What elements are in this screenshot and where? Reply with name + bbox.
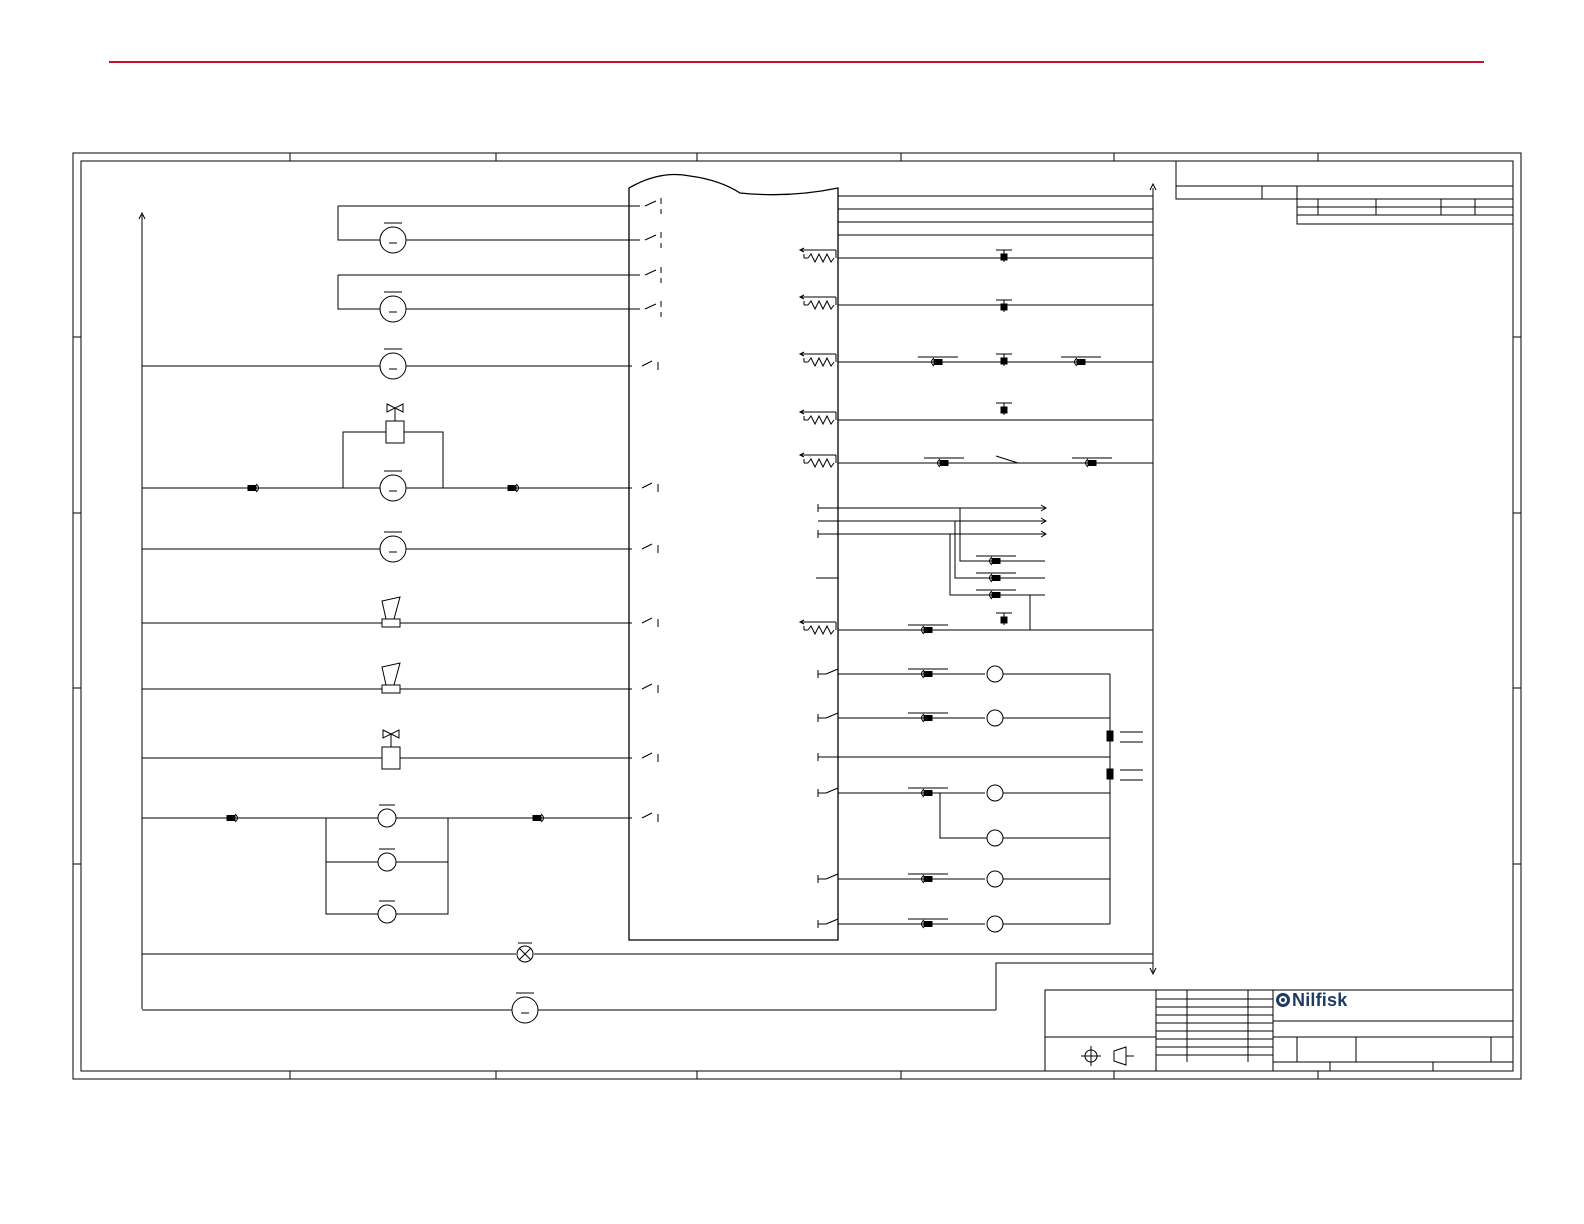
relay-coil-icon: [986, 784, 1004, 802]
sensor-resistor-icon: [798, 294, 837, 311]
output-contact-icon: [817, 712, 839, 722]
left-rail: [138, 211, 146, 1009]
double-contact-switch-icon: [644, 198, 662, 214]
controller-module: [628, 173, 839, 941]
motor-icon: [511, 992, 539, 1024]
contact-switch-icon: [641, 482, 659, 492]
relay-coil-icon: [986, 915, 1004, 933]
small-motor-icon: [377, 900, 397, 924]
wiring-diagram: [72, 61, 1522, 1080]
pressure-switch-icon: [996, 299, 1012, 312]
fuse-connector-icon: [1106, 730, 1143, 743]
motor-icon: [379, 470, 407, 502]
pressure-switch-icon: [996, 612, 1012, 625]
horn-icon: [381, 662, 401, 694]
sensor-resistor-icon: [798, 452, 837, 469]
schematic-page: Nilfisk: [0, 0, 1584, 1224]
pressure-switch-icon: [996, 402, 1012, 415]
relay-coil-icon: [986, 870, 1004, 888]
nilfisk-logo: Nilfisk: [1276, 988, 1347, 1012]
contact-switch-icon: [641, 360, 659, 370]
solenoid-valve-icon: [381, 729, 401, 770]
left-switches: [641, 198, 662, 822]
double-contact-switch-icon: [644, 301, 662, 317]
solenoid-valve-icon: [385, 403, 405, 444]
double-contact-switch-icon: [644, 267, 662, 283]
output-contact-icon: [817, 873, 839, 883]
nilfisk-mark-icon: [1276, 993, 1290, 1007]
motor-icon: [379, 222, 407, 254]
sensor-resistor-icon: [798, 409, 837, 426]
right-circuits: [798, 247, 1153, 933]
contact-switch-icon: [641, 812, 659, 822]
motor-icon: [379, 348, 407, 380]
projection-symbol: [1081, 1046, 1134, 1066]
motor-icon: [379, 291, 407, 323]
sensor-resistor-icon: [798, 619, 837, 636]
lamp-icon: [516, 942, 534, 963]
output-contact-icon: [817, 668, 839, 678]
sensor-resistor-icon: [798, 247, 837, 264]
pressure-switch-icon: [996, 353, 1012, 366]
output-contact-icon: [817, 787, 839, 797]
motor-icon: [379, 531, 407, 563]
relay-coil-icon: [986, 665, 1004, 683]
brand-name: Nilfisk: [1292, 989, 1348, 1010]
contact-switch-icon: [641, 543, 659, 553]
fuse-connector-icon: [1106, 768, 1143, 781]
contact-switch-icon: [641, 617, 659, 627]
small-motor-icon: [377, 804, 397, 828]
contact-switch-icon: [641, 683, 659, 693]
relay-coil-icon: [986, 709, 1004, 727]
small-motor-icon: [377, 848, 397, 872]
output-contact-icon: [817, 918, 839, 928]
sensor-resistor-icon: [798, 351, 837, 368]
horn-icon: [381, 596, 401, 628]
left-circuits: [142, 205, 1153, 1011]
contact-switch-icon: [641, 752, 659, 762]
title-block-top: [1175, 160, 1514, 225]
double-contact-switch-icon: [644, 232, 662, 248]
pressure-switch-icon: [996, 249, 1012, 262]
relay-coil-icon: [986, 829, 1004, 847]
